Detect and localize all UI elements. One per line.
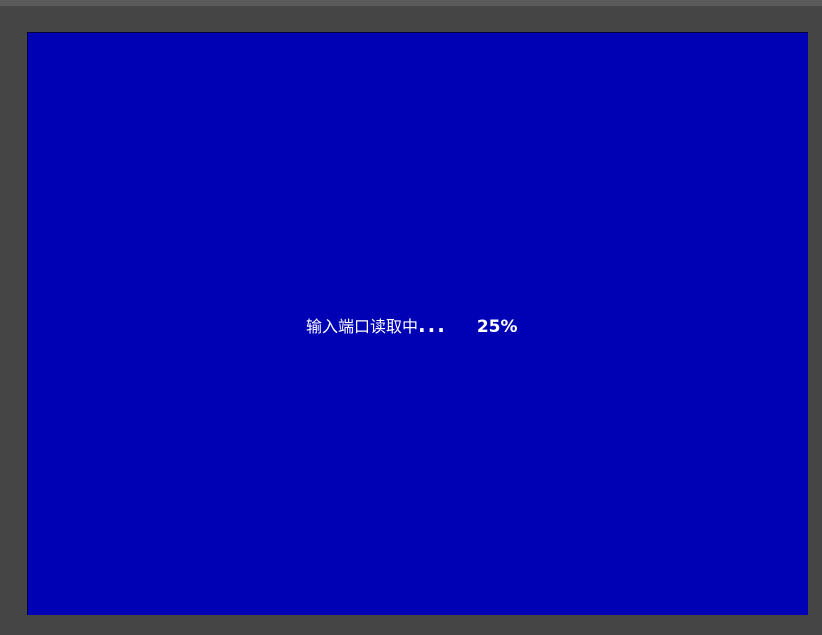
loading-ellipsis: ... bbox=[418, 313, 447, 337]
progress-percent: 25% bbox=[476, 317, 518, 337]
loading-status: 输入端口读取中 ... 25% bbox=[306, 313, 518, 337]
loading-screen: 输入端口读取中 ... 25% bbox=[27, 32, 808, 615]
window-frame-top bbox=[0, 0, 822, 6]
loading-message: 输入端口读取中 bbox=[306, 317, 419, 336]
